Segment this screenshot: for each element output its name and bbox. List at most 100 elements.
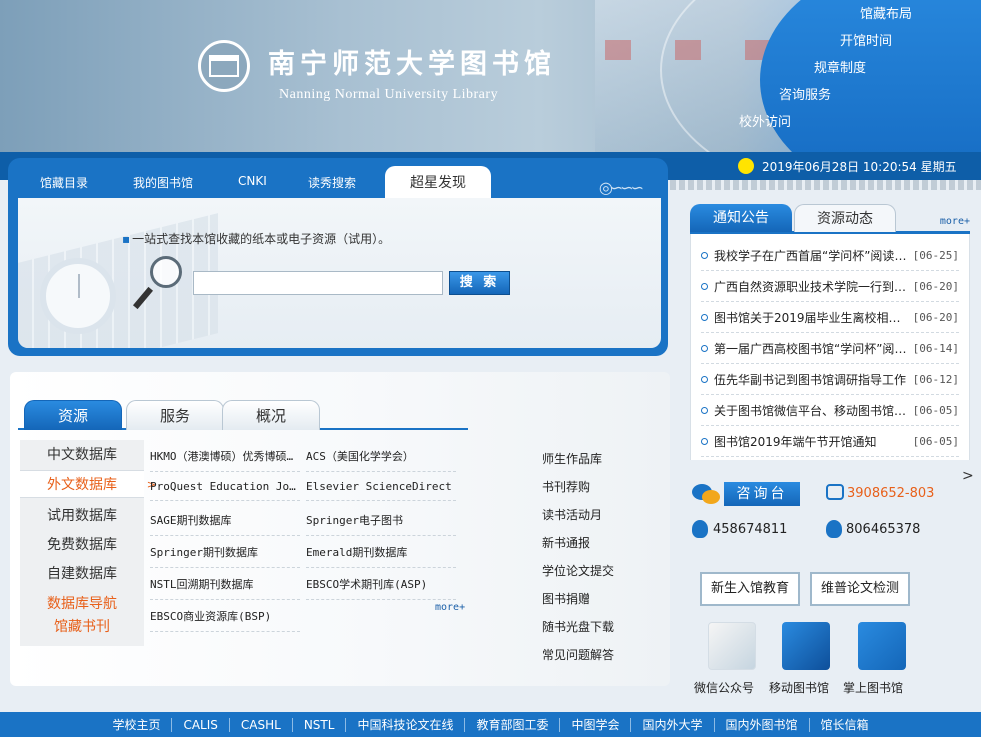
circle-bullet-icon xyxy=(701,437,708,445)
db-link[interactable]: ProQuest Education Journals xyxy=(150,480,300,501)
chat-bubble-icon xyxy=(692,482,722,506)
db-link[interactable]: Elsevier ScienceDirect xyxy=(306,480,456,501)
footer-link-school[interactable]: 学校主页 xyxy=(101,717,173,732)
chevron-right-icon[interactable]: > xyxy=(962,468,974,484)
footer-link-libraries[interactable]: 国内外图书馆 xyxy=(715,717,810,732)
qq-number-2[interactable]: 806465378 xyxy=(846,522,920,537)
notice-title[interactable]: 我校学子在广西首届“学问杯”阅读大赛中获佳绩 xyxy=(714,247,907,264)
footer-link-universities[interactable]: 国内外大学 xyxy=(631,717,715,732)
footer-link-calis[interactable]: CALIS xyxy=(172,717,230,732)
category-foreign-db-label: 外文数据库 xyxy=(47,477,117,493)
service-link[interactable]: 读书活动月 xyxy=(542,506,602,523)
top-nav-layout[interactable]: 馆藏布局 xyxy=(860,3,912,22)
circle-bullet-icon xyxy=(701,375,708,383)
footer-link-director-mail[interactable]: 馆长信箱 xyxy=(810,718,880,732)
notice-title[interactable]: 广西自然资源职业技术学院一行到我馆参观交流 xyxy=(714,278,907,295)
footer-link-ministry[interactable]: 教育部图工委 xyxy=(465,717,561,732)
db-link[interactable]: Emerald期刊数据库 xyxy=(306,544,456,568)
list-item[interactable]: 伍先华副书记到图书馆调研指导工作 [06-12] xyxy=(701,364,959,395)
notice-title[interactable]: 图书馆2019年端午节开馆通知 xyxy=(714,433,907,450)
tab-chaoxing[interactable]: 超星发现 xyxy=(385,166,491,198)
tab-resources[interactable]: 资源 xyxy=(24,400,122,430)
tab-duxiu[interactable]: 读秀搜索 xyxy=(308,174,356,191)
category-chinese-db[interactable]: 中文数据库 xyxy=(20,444,144,464)
notice-panel: 通知公告 资源动态 more+ 我校学子在广西首届“学问杯”阅读大赛中获佳绩 [… xyxy=(690,198,970,460)
search-tabs: 馆藏目录 我的图书馆 CNKI 读秀搜索 超星发现 ◎∽∽∽ xyxy=(18,166,663,198)
library-title[interactable]: 南宁师范大学图书馆 xyxy=(268,42,556,81)
clock-decoration xyxy=(40,258,116,334)
list-item[interactable]: 第一届广西高校图书馆“学问杯”阅读大赛 [06-14] xyxy=(701,333,959,364)
db-link[interactable]: ACS（美国化学学会） xyxy=(306,448,456,472)
footer-link-cashl[interactable]: CASHL xyxy=(230,717,293,732)
search-button[interactable]: 搜 索 xyxy=(449,271,510,295)
db-link[interactable]: EBSCO商业资源库(BSP) xyxy=(150,608,300,632)
notice-title[interactable]: 关于图书馆微信平台、移动图书馆使用的通知 xyxy=(714,402,907,419)
tab-notices[interactable]: 通知公告 xyxy=(690,204,792,232)
list-item[interactable]: 图书馆关于2019届毕业生离校相关事宜的通知 [06-20] xyxy=(701,302,959,333)
db-link[interactable]: Springer电子图书 xyxy=(306,512,456,536)
app-label-mobile[interactable]: 移动图书馆 xyxy=(769,679,829,696)
paper-check-button[interactable]: 维普论文检测 xyxy=(810,572,910,606)
list-item[interactable]: 我校学子在广西首届“学问杯”阅读大赛中获佳绩 [06-25] xyxy=(701,240,959,271)
service-link[interactable]: 新书通报 xyxy=(542,534,590,551)
db-link[interactable]: Springer期刊数据库 xyxy=(150,544,300,568)
category-free-db[interactable]: 免费数据库 xyxy=(20,534,144,554)
mobile-library-icon[interactable] xyxy=(782,622,830,670)
notice-title[interactable]: 图书馆关于2019届毕业生离校相关事宜的通知 xyxy=(714,309,907,326)
category-foreign-db[interactable]: 外文数据库 > xyxy=(20,470,156,498)
search-slogan: ▪ 一站式查找本馆收藏的纸本或电子资源（试用）。 xyxy=(122,230,390,247)
datetime-bar: 2019年06月28日 10:20:54 星期五 xyxy=(670,152,981,180)
db-link[interactable]: NSTL回溯期刊数据库 xyxy=(150,576,300,600)
service-link[interactable]: 随书光盘下载 xyxy=(542,618,614,635)
list-item[interactable]: 广西自然资源职业技术学院一行到我馆参观交流 [06-20] xyxy=(701,271,959,302)
tab-resource-news[interactable]: 资源动态 xyxy=(794,204,896,232)
tab-my-library[interactable]: 我的图书馆 xyxy=(133,174,193,191)
handheld-library-icon[interactable] xyxy=(858,622,906,670)
db-more-link[interactable]: more+ xyxy=(435,602,465,613)
circle-bullet-icon xyxy=(701,251,708,259)
db-link[interactable]: EBSCO学术期刊库(ASP) xyxy=(306,576,456,600)
list-item[interactable]: 关于图书馆微信平台、移动图书馆使用的通知 [06-05] xyxy=(701,395,959,426)
qq-number-1[interactable]: 458674811 xyxy=(713,522,787,537)
app-label-handheld[interactable]: 掌上图书馆 xyxy=(843,679,903,696)
tab-cnki[interactable]: CNKI xyxy=(238,174,267,188)
notice-title[interactable]: 伍先华副书记到图书馆调研指导工作 xyxy=(714,371,907,388)
library-logo[interactable] xyxy=(198,40,250,92)
top-nav-consult[interactable]: 咨询服务 xyxy=(779,84,831,103)
freshman-education-button[interactable]: 新生入馆教育 xyxy=(700,572,800,606)
notice-title[interactable]: 第一届广西高校图书馆“学问杯”阅读大赛 xyxy=(714,340,907,357)
category-local-db[interactable]: 自建数据库 xyxy=(20,563,144,583)
qq-icon xyxy=(826,520,842,538)
tab-services[interactable]: 服务 xyxy=(126,400,224,430)
qq-icon xyxy=(692,520,708,538)
service-link[interactable]: 图书捐赠 xyxy=(542,590,590,607)
service-link[interactable]: 常见问题解答 xyxy=(542,646,614,663)
notice-date: [06-05] xyxy=(912,434,959,448)
footer-link-nstl[interactable]: NSTL xyxy=(293,717,347,732)
magnifier-icon xyxy=(132,256,184,312)
notice-more-link[interactable]: more+ xyxy=(940,216,970,227)
resource-tabs: 资源 服务 概况 xyxy=(18,400,468,430)
db-link[interactable]: HKMO（港澳博硕）优秀博硕士学位论文全文数据库 xyxy=(150,448,300,472)
tab-catalog[interactable]: 馆藏目录 xyxy=(40,174,88,191)
search-input[interactable] xyxy=(193,271,443,295)
list-item[interactable]: 图书馆2019年端午节开馆通知 [06-05] xyxy=(701,426,959,457)
footer-link-society[interactable]: 中图学会 xyxy=(560,717,632,732)
top-nav-remote[interactable]: 校外访问 xyxy=(739,111,791,130)
top-nav-hours[interactable]: 开馆时间 xyxy=(840,30,892,49)
app-label-wechat[interactable]: 微信公众号 xyxy=(694,679,754,696)
category-db-navigation[interactable]: 数据库导航 xyxy=(20,593,144,613)
category-holdings[interactable]: 馆藏书刊 xyxy=(20,616,144,636)
top-nav-rules[interactable]: 规章制度 xyxy=(814,57,866,76)
notice-date: [06-20] xyxy=(912,310,959,324)
wechat-qr-icon[interactable] xyxy=(708,622,756,670)
magnifier-lens xyxy=(150,256,182,288)
category-trial-db[interactable]: 试用数据库 xyxy=(20,505,144,525)
footer-link-paper-online[interactable]: 中国科技论文在线 xyxy=(346,717,466,732)
db-link[interactable]: SAGE期刊数据库 xyxy=(150,512,300,536)
decorative-border xyxy=(670,180,981,190)
tab-overview[interactable]: 概况 xyxy=(222,400,320,430)
service-link[interactable]: 学位论文提交 xyxy=(542,562,614,579)
service-link[interactable]: 师生作品库 xyxy=(542,450,602,467)
service-link[interactable]: 书刊荐购 xyxy=(542,478,590,495)
